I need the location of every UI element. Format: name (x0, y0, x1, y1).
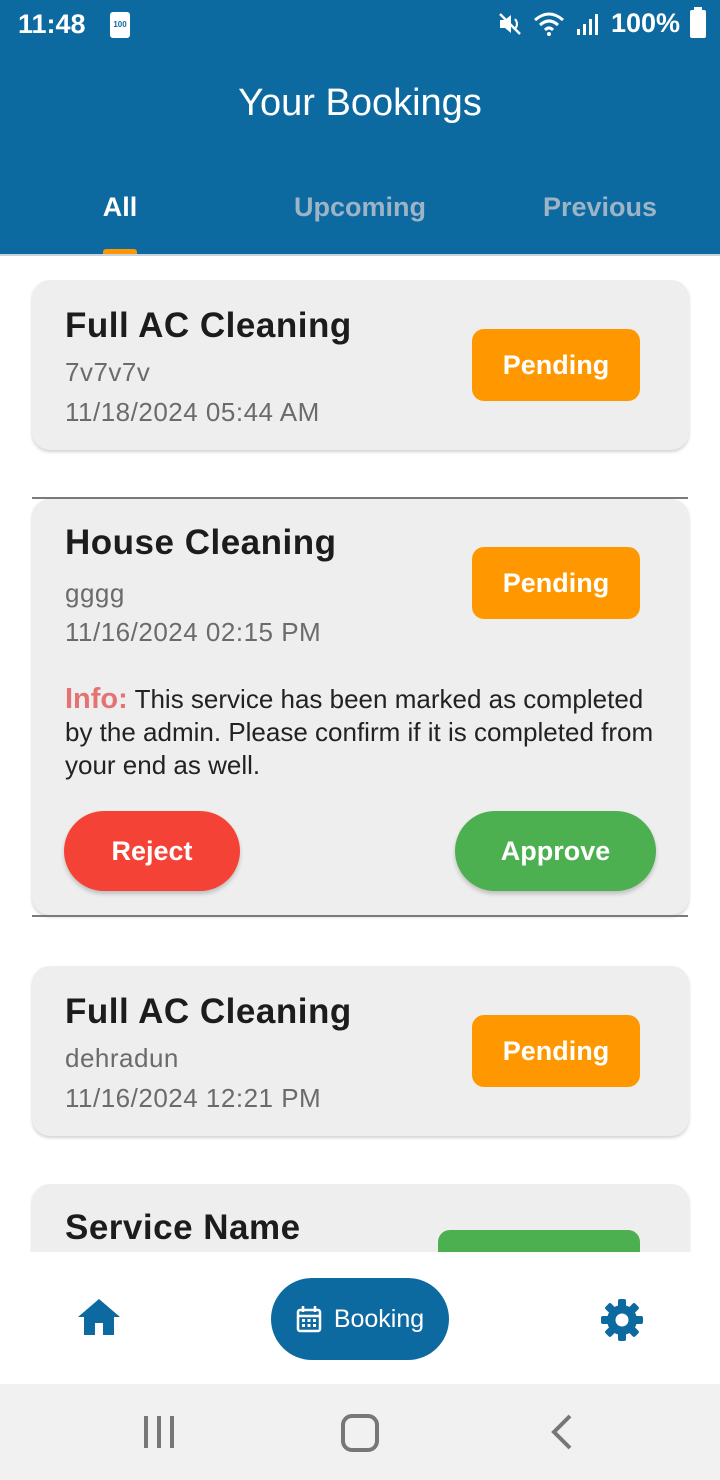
service-name: Full AC Cleaning (65, 992, 352, 1031)
mute-icon (499, 12, 521, 35)
info-label: Info: (65, 683, 128, 715)
status-badge[interactable]: Pending (472, 329, 640, 401)
booking-datetime: 11/16/2024 02:15 PM (65, 617, 322, 647)
wifi-icon (533, 12, 564, 36)
service-name: Full AC Cleaning (65, 306, 352, 345)
bookings-list[interactable]: Full AC Cleaning 7v7v7v 11/18/2024 05:44… (0, 256, 720, 1252)
service-name: Service Name (65, 1208, 301, 1247)
tab-all[interactable]: All (0, 192, 240, 223)
battery-saver-level: 100 (113, 20, 127, 29)
card-divider (32, 915, 688, 917)
status-icons: 100% (497, 6, 706, 39)
bottom-nav: Booking (0, 1252, 720, 1384)
booking-card[interactable]: Full AC Cleaning 7v7v7v 11/18/2024 05:44… (32, 280, 689, 450)
battery-saver-icon: 100 (110, 12, 130, 38)
booking-datetime: 11/16/2024 12:21 PM (65, 1083, 322, 1113)
status-bar: 11:48 100 100% (0, 0, 720, 50)
nav-booking-label: Booking (333, 1304, 425, 1333)
info-text: This service has been marked as complete… (65, 684, 654, 780)
booking-datetime: 11/18/2024 05:44 AM (65, 397, 320, 427)
battery-percent: 100% (610, 8, 680, 38)
booking-card[interactable]: Full AC Cleaning dehradun 11/16/2024 12:… (32, 966, 689, 1136)
calendar-icon (296, 1306, 322, 1333)
status-badge[interactable] (438, 1230, 640, 1252)
service-name: House Cleaning (65, 523, 337, 562)
battery-icon (690, 6, 706, 38)
status-time: 11:48 (18, 9, 86, 39)
booking-location: dehradun (65, 1043, 179, 1073)
status-badge[interactable]: Pending (472, 1015, 640, 1087)
page-title: Your Bookings (238, 82, 482, 124)
signal-icon (576, 13, 598, 35)
gear-icon[interactable] (600, 1298, 644, 1342)
reject-button[interactable]: Reject (64, 811, 240, 891)
booking-location: gggg (65, 578, 125, 608)
info-message: Info: This service has been marked as co… (65, 683, 665, 782)
tab-upcoming[interactable]: Upcoming (240, 192, 480, 223)
tab-previous[interactable]: Previous (480, 192, 720, 223)
booking-card[interactable]: Service Name (32, 1184, 689, 1252)
home-icon[interactable] (76, 1297, 122, 1337)
recent-apps-icon[interactable] (142, 1416, 178, 1448)
approve-button[interactable]: Approve (455, 811, 656, 891)
booking-card[interactable]: House Cleaning gggg 11/16/2024 02:15 PM … (32, 499, 689, 915)
booking-location: 7v7v7v (65, 357, 151, 387)
system-home-icon[interactable] (341, 1414, 379, 1452)
system-nav-bar (0, 1384, 720, 1480)
back-icon[interactable] (548, 1414, 576, 1450)
status-badge[interactable]: Pending (472, 547, 640, 619)
nav-booking-button[interactable]: Booking (271, 1278, 449, 1360)
app-bar: Your Bookings All Upcoming Previous (0, 50, 720, 254)
